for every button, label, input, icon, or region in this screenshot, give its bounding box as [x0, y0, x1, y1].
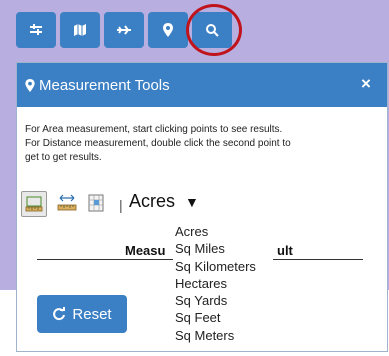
unit-option[interactable]: Acres: [173, 223, 273, 240]
unit-select[interactable]: Acres ▼: [129, 191, 199, 212]
tool-separator: |: [119, 197, 123, 213]
measure-button[interactable]: [148, 12, 188, 48]
layers-icon: [30, 24, 42, 35]
unit-option[interactable]: Hectares: [173, 275, 273, 292]
location-grid-icon: [88, 194, 104, 212]
unit-option[interactable]: Sq Yards: [173, 292, 273, 309]
location-tool-button[interactable]: [87, 193, 107, 215]
unit-option[interactable]: Sq Kilometers: [173, 258, 273, 275]
panel-body: For Area measurement, start clicking poi…: [17, 107, 387, 165]
measurement-column-header: Measu: [125, 243, 166, 258]
reset-button[interactable]: Reset: [37, 295, 127, 333]
map-marker-icon: [25, 78, 35, 92]
close-icon[interactable]: ×: [357, 74, 375, 93]
panel-title: Measurement Tools: [39, 76, 170, 94]
basemap-button[interactable]: [60, 12, 100, 48]
unit-select-value: Acres: [129, 191, 176, 211]
unit-option[interactable]: Sq Feet: [173, 309, 273, 326]
layers-button[interactable]: [16, 12, 56, 48]
caret-down-icon: ▼: [185, 193, 199, 210]
area-tool-button[interactable]: [21, 191, 47, 217]
unit-dropdown-list: Acres Sq Miles Sq Kilometers Hectares Sq…: [173, 221, 273, 345]
map-marker-icon: [163, 23, 173, 37]
result-column-header: ult: [277, 243, 293, 258]
unit-option[interactable]: Sq Meters: [173, 327, 273, 344]
refresh-icon: [53, 307, 66, 321]
reset-label: Reset: [72, 305, 112, 323]
unit-option[interactable]: Sq Miles: [173, 240, 273, 257]
area-measure-icon: [25, 196, 43, 212]
map-icon: [74, 24, 86, 36]
highlight-circle: [186, 4, 242, 56]
plane-icon: [117, 25, 131, 35]
panel-header: Measurement Tools ×: [17, 63, 387, 107]
distance-measure-icon: [57, 194, 77, 211]
instruction-line: For Distance measurement, double click t…: [25, 138, 291, 149]
measurement-panel: Measurement Tools × For Area measurement…: [16, 62, 388, 352]
instruction-line: get to get results.: [25, 152, 102, 163]
instructions-text: For Area measurement, start clicking poi…: [25, 123, 377, 165]
instruction-line: For Area measurement, start clicking poi…: [25, 124, 283, 135]
flight-button[interactable]: [104, 12, 144, 48]
distance-tool-button[interactable]: [57, 193, 77, 215]
measure-tools-row: | Acres ▼: [21, 191, 381, 221]
